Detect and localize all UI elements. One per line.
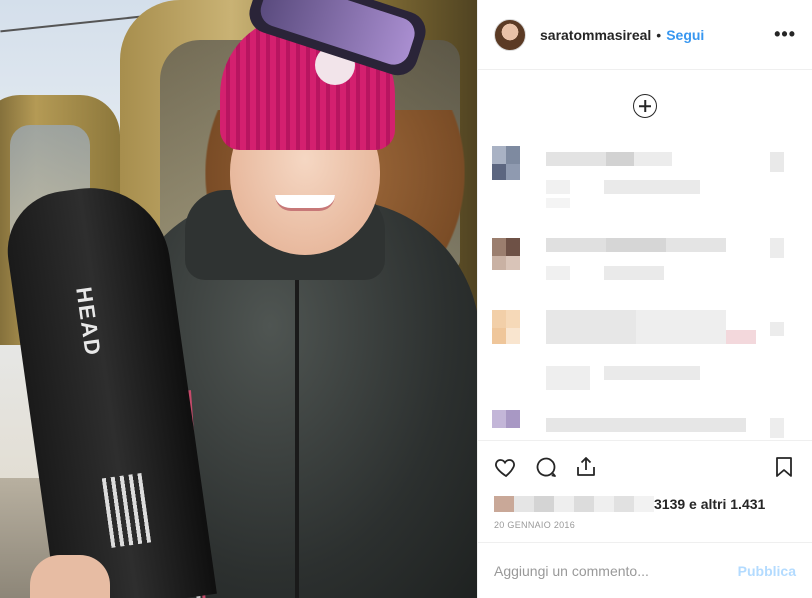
username-link[interactable]: saratommasireal: [540, 27, 651, 43]
load-more-comments-icon[interactable]: [633, 94, 657, 118]
save-button[interactable]: [770, 453, 798, 481]
share-button[interactable]: [572, 453, 600, 481]
publish-button[interactable]: Pubblica: [738, 563, 796, 579]
post-side-panel: saratommasireal • Segui ••• 3139 e altri…: [477, 0, 812, 598]
share-icon: [577, 456, 595, 476]
instagram-post: HEAD saratommasireal • Segui ••• 3139 e …: [0, 0, 812, 598]
bookmark-icon: [776, 456, 792, 477]
comments-area: [478, 70, 812, 440]
more-options-icon[interactable]: •••: [774, 24, 796, 45]
likes-row[interactable]: 3139 e altri 1.431: [478, 492, 812, 516]
post-date[interactable]: 20 GENNAIO 2016: [478, 516, 812, 538]
like-button[interactable]: [492, 453, 520, 481]
comment-input[interactable]: [494, 562, 738, 579]
pixelated-liker-name: [494, 496, 654, 512]
ski-brand-label: HEAD: [71, 285, 106, 359]
comment-icon: [536, 457, 556, 477]
avatar[interactable]: [494, 18, 526, 51]
heart-icon: [495, 458, 515, 477]
post-header: saratommasireal • Segui •••: [478, 0, 812, 70]
follow-button[interactable]: Segui: [666, 27, 704, 43]
hand: [30, 555, 110, 598]
action-bar: [478, 440, 812, 492]
post-photo[interactable]: HEAD: [0, 0, 477, 598]
likes-count: 3139 e altri 1.431: [654, 496, 766, 512]
separator-dot: •: [656, 26, 662, 43]
comment-button[interactable]: [532, 453, 560, 481]
add-comment-bar: Pubblica: [478, 542, 812, 598]
ski-graphic-bars: [101, 472, 152, 548]
